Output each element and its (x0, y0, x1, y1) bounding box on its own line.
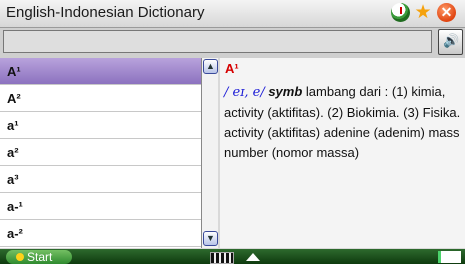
keyboard-icon[interactable] (210, 252, 234, 264)
definition-panel: A¹ / eɪ, e/ symb lambang dari : (1) kimi… (220, 58, 465, 248)
window-title: English-Indonesian Dictionary (6, 4, 205, 21)
pronunciation: / eɪ, e/ (224, 85, 265, 100)
scroll-up-icon[interactable]: ▲ (203, 59, 218, 74)
tray-icon[interactable] (438, 251, 461, 263)
close-button[interactable]: ✕ (437, 3, 456, 22)
speaker-icon: 🔊 (443, 33, 460, 48)
clock-icon[interactable] (391, 3, 410, 22)
list-item[interactable]: a-¹ (0, 193, 201, 220)
list-item[interactable]: a² (0, 139, 201, 166)
start-icon (16, 253, 24, 261)
star-icon[interactable]: ★ (413, 3, 433, 23)
list-item[interactable]: A² (0, 85, 201, 112)
scroll-down-icon[interactable]: ▼ (203, 231, 218, 246)
list-item[interactable]: A¹ (0, 58, 201, 85)
part-of-speech: symb (268, 84, 303, 99)
start-label: Start (27, 250, 53, 264)
title-bar: English-Indonesian Dictionary ★ ✕ (0, 0, 465, 28)
taskbar: Start (0, 249, 465, 264)
definition-extra: activity (aktifitas) adenine (adenim) ma… (224, 125, 460, 160)
list-item[interactable]: a-² (0, 220, 201, 247)
up-arrow-icon[interactable] (246, 253, 260, 261)
entry-headword: A¹ (225, 61, 239, 76)
search-input[interactable] (3, 30, 432, 53)
start-button[interactable]: Start (6, 250, 72, 264)
list-scrollbar[interactable]: ▲ ▼ (201, 58, 218, 248)
list-item[interactable]: a¹ (0, 112, 201, 139)
search-row: 🔊 (0, 28, 465, 58)
list-item[interactable]: a³ (0, 166, 201, 193)
entry-definition: / eɪ, e/ symb lambang dari : (1) kimia, … (224, 82, 464, 163)
speaker-button[interactable]: 🔊 (438, 29, 463, 55)
word-list: A¹ A² a¹ a² a³ a-¹ a-² (0, 58, 203, 248)
